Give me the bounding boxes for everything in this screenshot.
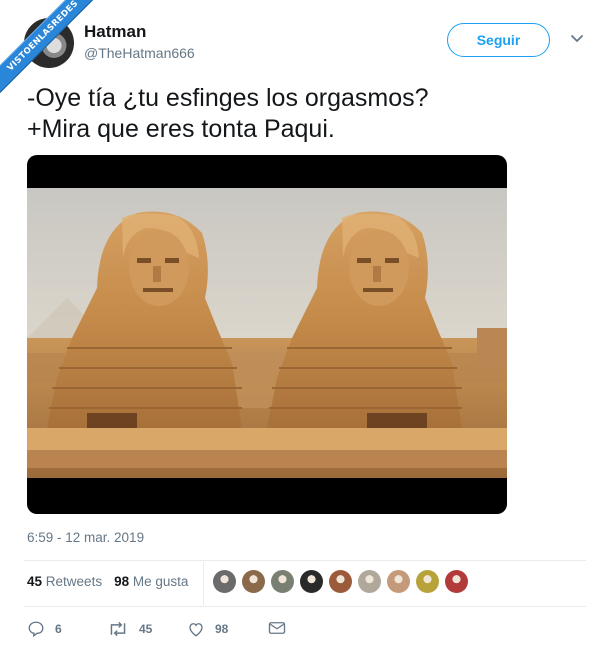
like-count: 98 [215,622,229,636]
likes-label: Me gusta [132,574,189,589]
liker-avatar[interactable] [387,570,410,593]
retweet-icon [110,621,126,637]
sphinx-photo [27,188,507,478]
envelope-icon [268,622,286,634]
follow-button[interactable]: Seguir [447,23,550,57]
divider-bottom [24,606,586,607]
liker-avatar[interactable] [242,570,265,593]
direct-message-button[interactable] [268,620,296,636]
likers-avatars [213,570,468,593]
stats-separator [203,562,204,605]
retweet-button[interactable]: 45 [107,620,152,638]
watermark-text: VISTOENLASREDES [0,0,111,104]
liker-avatar[interactable] [416,570,439,593]
heart-icon [189,623,203,637]
liker-avatar[interactable] [271,570,294,593]
reply-count: 6 [55,622,62,636]
reply-icon [28,621,44,638]
tweet-image[interactable] [27,155,507,514]
chevron-down-icon[interactable] [570,34,584,44]
liker-avatar[interactable] [213,570,236,593]
likes-stat[interactable]: 98 Me gusta [114,574,188,589]
liker-avatar[interactable] [358,570,381,593]
reply-button[interactable]: 6 [27,620,62,638]
divider-top [24,560,586,561]
watermark-banner: VISTOENLASREDES [0,0,120,120]
engagement-stats: 45 Retweets 98 Me gusta [27,574,188,589]
liker-avatar[interactable] [300,570,323,593]
retweet-count: 45 [139,622,153,636]
retweets-count: 45 [27,574,43,589]
likes-count: 98 [114,574,130,589]
tweet-timestamp[interactable]: 6:59 - 12 mar. 2019 [27,530,144,545]
liker-avatar[interactable] [445,570,468,593]
like-button[interactable]: 98 [187,620,228,638]
liker-avatar[interactable] [329,570,352,593]
retweets-label: Retweets [45,574,103,589]
tweet-actions: 6 45 98 [0,620,614,640]
retweets-stat[interactable]: 45 Retweets [27,574,102,589]
